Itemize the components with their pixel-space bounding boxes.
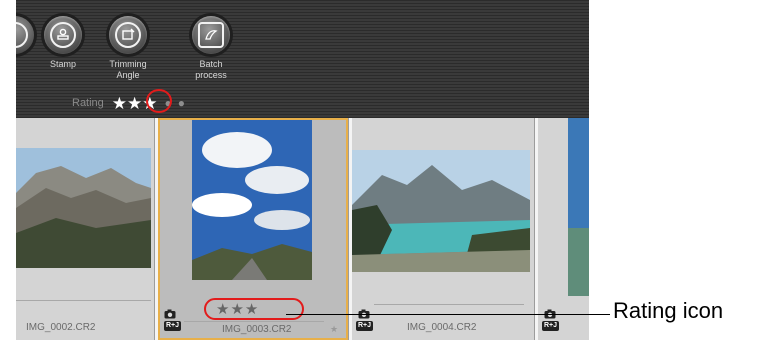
tool-trimming-angle[interactable]: Trimming Angle [93, 16, 163, 81]
thumbnail-strip: IMG_0002.CR2 R+J ★★★ IMG_0003.CR2 ★ R+J … [16, 118, 589, 340]
raw-jpeg-badge: R+J [542, 321, 560, 331]
trimming-angle-icon [115, 22, 141, 48]
thumbnail-image [192, 120, 312, 280]
rating-label: Rating [72, 97, 104, 109]
batch-process-icon [198, 22, 224, 48]
stamp-label: Stamp [49, 59, 76, 69]
tool-batch-process[interactable]: Batch process [176, 16, 246, 81]
app-window: Stamp Trimming Angle Batch process Ratin… [16, 0, 589, 340]
rating-icon-highlight [204, 298, 304, 320]
trimming-angle-button[interactable] [109, 16, 147, 54]
thumbnail-image [568, 118, 589, 296]
rating-highlight-circle [146, 89, 172, 113]
thumbnail-cell[interactable]: IMG_0002.CR2 [16, 118, 154, 340]
raw-jpeg-badge: R+J [164, 321, 182, 331]
callout-leader-line [286, 314, 610, 315]
thumbnail-filename: IMG_0003.CR2 [222, 324, 292, 335]
tool-stamp[interactable]: Stamp [28, 16, 98, 70]
batch-process-button[interactable] [192, 16, 230, 54]
callout-label: Rating icon [613, 298, 724, 323]
batch-process-label: Batch process [195, 59, 227, 80]
toolbar: Stamp Trimming Angle Batch process Ratin… [16, 0, 589, 118]
thumbnail-cell-selected[interactable]: R+J ★★★ IMG_0003.CR2 ★ [158, 118, 348, 340]
thumbnail-cell[interactable]: R+J [538, 118, 589, 340]
thumbnail-cell[interactable]: R+J IMG_0004.CR2 [352, 118, 534, 340]
thumbnail-image [16, 148, 151, 268]
mini-star-icon: ★ [330, 324, 339, 334]
thumbnail-image [352, 150, 530, 272]
thumbnail-filename: IMG_0004.CR2 [407, 322, 477, 333]
raw-jpeg-badge: R+J [356, 321, 374, 331]
trimming-angle-label: Trimming Angle [109, 59, 147, 80]
stamp-icon [50, 22, 76, 48]
thumbnail-filename: IMG_0002.CR2 [26, 322, 96, 333]
rating-dot-5[interactable]: ● [178, 96, 185, 110]
stamp-button[interactable] [44, 16, 82, 54]
